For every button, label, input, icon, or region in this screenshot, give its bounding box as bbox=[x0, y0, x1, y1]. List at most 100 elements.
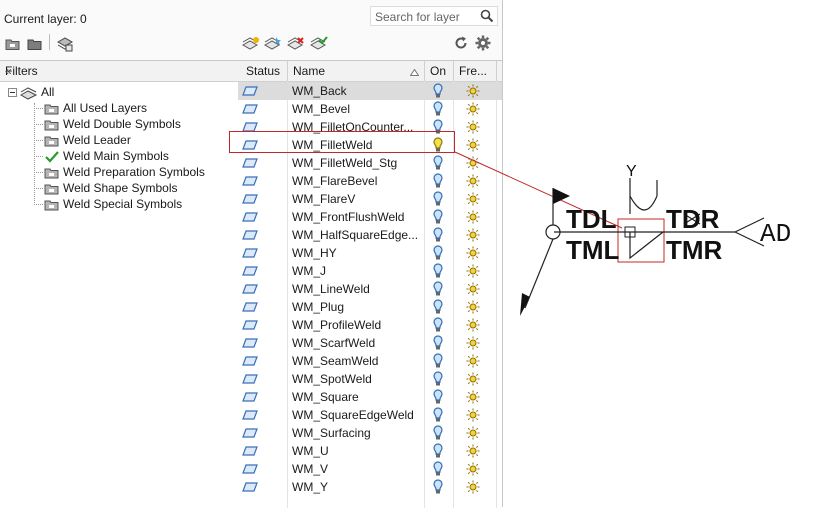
layer-name[interactable]: WM_HY bbox=[292, 246, 337, 260]
layer-name[interactable]: WM_FlareBevel bbox=[292, 174, 377, 188]
filter-item[interactable]: Weld Leader bbox=[34, 133, 131, 149]
layer-row[interactable]: WM_SpotWeld bbox=[238, 370, 502, 388]
layer-name[interactable]: WM_Back bbox=[292, 84, 347, 98]
layer-row[interactable]: WM_SeamWeld bbox=[238, 352, 502, 370]
thaw-sun-icon[interactable] bbox=[466, 300, 480, 317]
layer-status-icon[interactable] bbox=[242, 193, 258, 207]
layer-status-icon[interactable] bbox=[242, 409, 258, 423]
column-divider[interactable] bbox=[453, 61, 454, 81]
thaw-sun-icon[interactable] bbox=[466, 120, 480, 137]
column-status[interactable]: Status bbox=[246, 64, 280, 78]
layer-name[interactable]: WM_HalfSquareEdge... bbox=[292, 228, 418, 242]
magnifier-icon[interactable] bbox=[480, 9, 494, 26]
layer-name[interactable]: WM_Y bbox=[292, 480, 328, 494]
thaw-sun-icon[interactable] bbox=[466, 408, 480, 425]
column-name[interactable]: Name bbox=[293, 64, 325, 78]
layer-status-icon[interactable] bbox=[242, 229, 258, 243]
thaw-sun-icon[interactable] bbox=[466, 282, 480, 299]
layer-name[interactable]: WM_FrontFlushWeld bbox=[292, 210, 404, 224]
layer-status-icon[interactable] bbox=[242, 427, 258, 441]
layer-row[interactable]: WM_Square bbox=[238, 388, 502, 406]
layer-row[interactable]: WM_Bevel bbox=[238, 100, 502, 118]
layer-status-icon[interactable] bbox=[242, 103, 258, 117]
thaw-sun-icon[interactable] bbox=[466, 246, 480, 263]
layer-name[interactable]: WM_Surfacing bbox=[292, 426, 371, 440]
refresh-icon[interactable] bbox=[454, 36, 470, 50]
layer-name[interactable]: WM_SquareEdgeWeld bbox=[292, 408, 414, 422]
layer-status-icon[interactable] bbox=[242, 373, 258, 387]
layer-row[interactable]: WM_Back bbox=[238, 82, 502, 100]
filter-item[interactable]: Weld Shape Symbols bbox=[34, 181, 178, 197]
layer-name[interactable]: WM_SeamWeld bbox=[292, 354, 378, 368]
layer-row[interactable]: WM_SquareEdgeWeld bbox=[238, 406, 502, 424]
thaw-sun-icon[interactable] bbox=[466, 138, 480, 155]
bulb-on-icon[interactable] bbox=[433, 479, 443, 498]
layer-row[interactable]: WM_FlareBevel bbox=[238, 172, 502, 190]
layer-status-icon[interactable] bbox=[242, 175, 258, 189]
layer-name[interactable]: WM_Bevel bbox=[292, 102, 350, 116]
filter-item[interactable]: Weld Special Symbols bbox=[34, 197, 182, 213]
thaw-sun-icon[interactable] bbox=[466, 192, 480, 209]
filter-item[interactable]: Weld Preparation Symbols bbox=[34, 165, 205, 181]
layer-name[interactable]: WM_Plug bbox=[292, 300, 344, 314]
thaw-sun-icon[interactable] bbox=[466, 210, 480, 227]
layer-row[interactable]: WM_Plug bbox=[238, 298, 502, 316]
layer-status-icon[interactable] bbox=[242, 445, 258, 459]
thaw-sun-icon[interactable] bbox=[466, 354, 480, 371]
layer-row[interactable]: WM_Surfacing bbox=[238, 424, 502, 442]
layer-row[interactable]: WM_HalfSquareEdge... bbox=[238, 226, 502, 244]
thaw-sun-icon[interactable] bbox=[466, 318, 480, 335]
layer-status-icon[interactable] bbox=[242, 391, 258, 405]
new-property-filter-icon[interactable] bbox=[5, 37, 21, 51]
thaw-sun-icon[interactable] bbox=[466, 444, 480, 461]
thaw-sun-icon[interactable] bbox=[466, 426, 480, 443]
layer-status-icon[interactable] bbox=[242, 265, 258, 279]
layer-status-icon[interactable] bbox=[242, 337, 258, 351]
collapse-filters-icon[interactable]: « bbox=[5, 64, 232, 78]
layer-name[interactable]: WM_SpotWeld bbox=[292, 372, 372, 386]
layer-name[interactable]: WM_V bbox=[292, 462, 328, 476]
layer-row[interactable]: WM_U bbox=[238, 442, 502, 460]
thaw-sun-icon[interactable] bbox=[466, 174, 480, 191]
settings-icon[interactable] bbox=[475, 35, 491, 51]
layer-row[interactable]: WM_Y bbox=[238, 478, 502, 496]
new-layer-vp-frozen-icon[interactable] bbox=[263, 36, 281, 50]
thaw-sun-icon[interactable] bbox=[466, 336, 480, 353]
layer-row[interactable]: WM_ProfileWeld bbox=[238, 316, 502, 334]
layer-status-icon[interactable] bbox=[242, 283, 258, 297]
filter-item[interactable]: Weld Double Symbols bbox=[34, 117, 181, 133]
thaw-sun-icon[interactable] bbox=[466, 228, 480, 245]
thaw-sun-icon[interactable] bbox=[466, 264, 480, 281]
collapse-tree-icon[interactable] bbox=[8, 88, 17, 98]
layer-row[interactable]: WM_LineWeld bbox=[238, 280, 502, 298]
layer-status-icon[interactable] bbox=[242, 85, 258, 99]
layer-name[interactable]: WM_LineWeld bbox=[292, 282, 370, 296]
thaw-sun-icon[interactable] bbox=[466, 156, 480, 173]
delete-layer-icon[interactable] bbox=[286, 36, 304, 50]
layer-status-icon[interactable] bbox=[242, 301, 258, 315]
thaw-sun-icon[interactable] bbox=[466, 390, 480, 407]
layer-status-icon[interactable] bbox=[242, 355, 258, 369]
column-divider[interactable] bbox=[287, 61, 288, 81]
filter-item[interactable]: Weld Main Symbols bbox=[34, 149, 169, 165]
layer-row[interactable]: WM_ScarfWeld bbox=[238, 334, 502, 352]
layer-row[interactable]: WM_HY bbox=[238, 244, 502, 262]
layer-name[interactable]: WM_FilletWeld_Stg bbox=[292, 156, 397, 170]
layer-row[interactable]: WM_FilletWeld_Stg bbox=[238, 154, 502, 172]
layer-name[interactable]: WM_U bbox=[292, 444, 329, 458]
thaw-sun-icon[interactable] bbox=[466, 84, 480, 101]
layer-name[interactable]: WM_Square bbox=[292, 390, 359, 404]
filter-root-all[interactable]: All bbox=[8, 85, 54, 101]
layer-status-icon[interactable] bbox=[242, 157, 258, 171]
column-divider[interactable] bbox=[496, 61, 497, 81]
new-group-filter-icon[interactable] bbox=[27, 37, 43, 51]
column-on[interactable]: On bbox=[430, 64, 446, 78]
layer-status-icon[interactable] bbox=[242, 481, 258, 495]
layer-name[interactable]: WM_J bbox=[292, 264, 326, 278]
thaw-sun-icon[interactable] bbox=[466, 102, 480, 119]
thaw-sun-icon[interactable] bbox=[466, 372, 480, 389]
layer-row[interactable]: WM_V bbox=[238, 460, 502, 478]
layer-states-manager-icon[interactable] bbox=[56, 36, 74, 52]
search-layer-field[interactable]: Search for layer bbox=[370, 6, 498, 26]
layer-status-icon[interactable] bbox=[242, 319, 258, 333]
